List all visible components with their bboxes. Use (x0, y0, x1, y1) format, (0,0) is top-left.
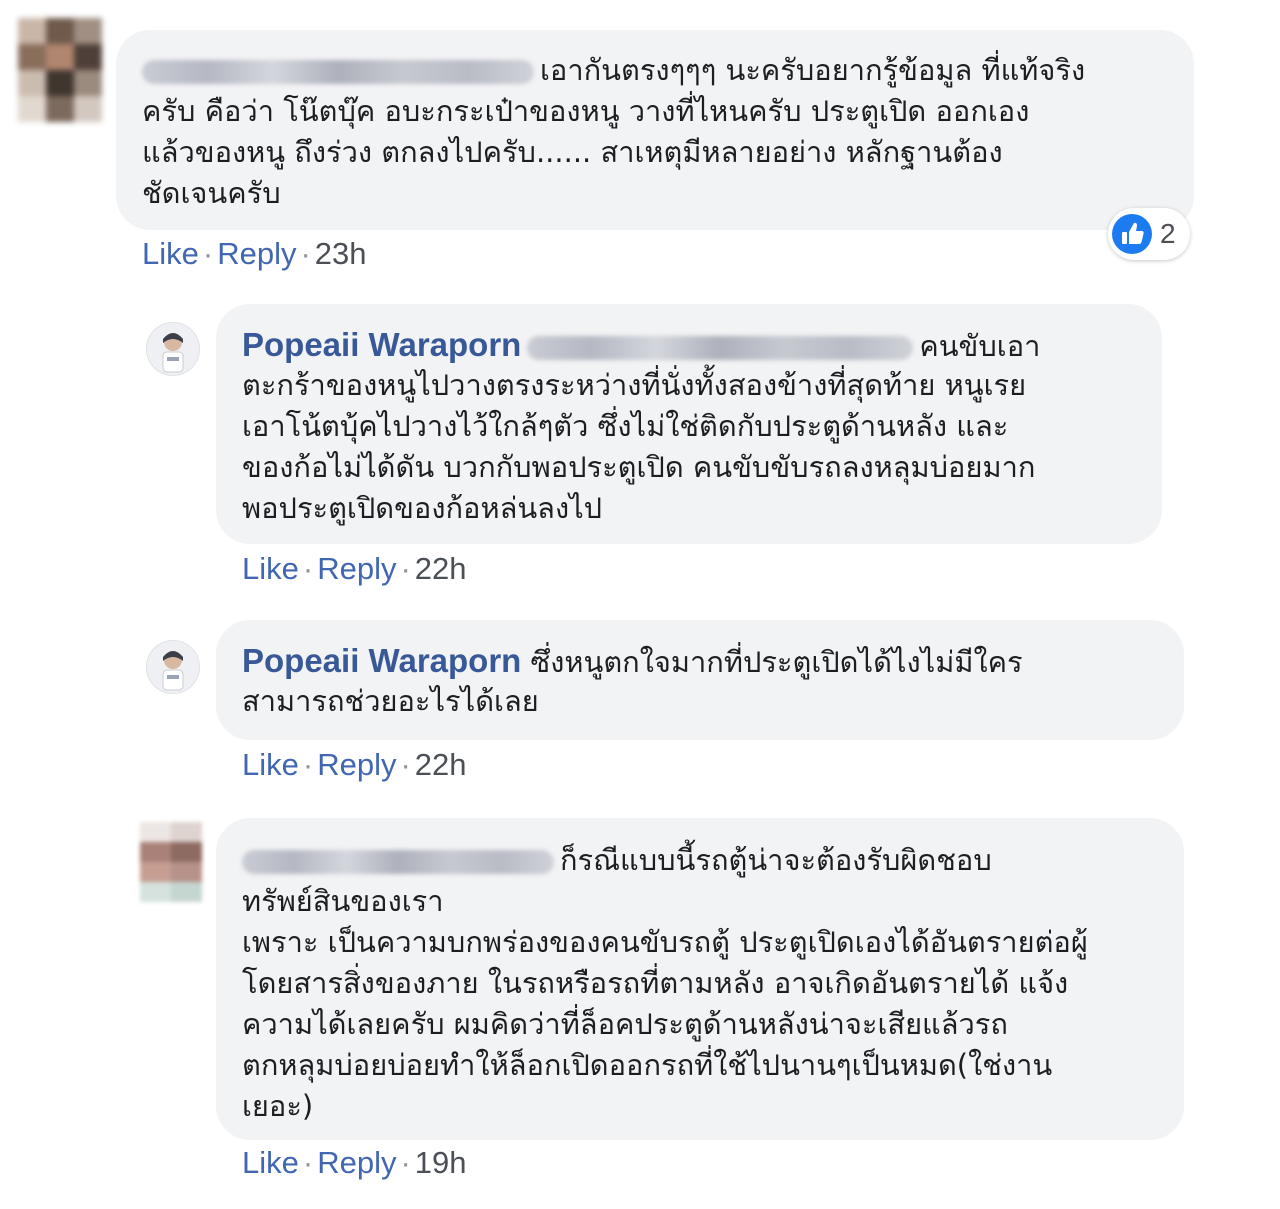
reaction-count: 2 (1160, 218, 1176, 249)
like-thumb-icon (1112, 214, 1152, 254)
comment-actions: Like · Reply · 22h (242, 551, 467, 587)
separator: · (302, 1145, 314, 1180)
comment-line: ความได้เลยครับ ผมคิดว่าที่ล็อคประตูด้านห… (242, 1007, 1008, 1041)
comment-bubble: เอากันตรงๆๆๆ นะครับอยากรู้ข้อมูล ที่แท้จ… (116, 30, 1194, 230)
timestamp[interactable]: 19h (415, 1145, 467, 1180)
like-link[interactable]: Like (142, 236, 199, 271)
like-link[interactable]: Like (242, 747, 299, 782)
blurred-mention (527, 336, 914, 360)
comment-actions: Like · Reply · 23h (142, 236, 367, 272)
separator: · (400, 747, 411, 782)
comment-line: Popeaii Waraporn คนขับเอา (242, 326, 1041, 363)
comment-line: เยอะ) (242, 1089, 314, 1123)
reaction-summary[interactable]: 2 (1108, 208, 1190, 260)
reply-link[interactable]: Reply (317, 551, 396, 586)
timestamp[interactable]: 22h (415, 747, 467, 782)
comment-line: ทรัพย์สินของเรา (242, 884, 444, 918)
blurred-author-name (242, 850, 554, 874)
blurred-author-name (142, 60, 534, 84)
profile-avatar-icon[interactable] (146, 322, 200, 376)
comment-line: แล้วของหนู ถึงร่วง ตกลงไปครับ...... สาเห… (142, 135, 1003, 169)
comment-line: ตกหลุมบ่อยบ่อยทำให้ล็อกเปิดออกรถที่ใช้ไป… (242, 1048, 1053, 1082)
comment-line: เอาโน้ตบุ้คไปวางไว้ใกล้ๆตัว ซึ่งไม่ใช่ติ… (242, 409, 1009, 443)
like-link[interactable]: Like (242, 1145, 299, 1180)
comment-line: ของก้อไม่ได้ดัน บวกกับพอประตูเปิด คนขับข… (242, 450, 1036, 484)
comment-line: ก็รณีแบบนี้รถตู้น่าจะต้องรับผิดชอบ (242, 840, 1088, 881)
commenter-avatar[interactable] (140, 822, 202, 902)
profile-avatar-icon[interactable] (146, 640, 200, 694)
separator: · (302, 747, 314, 782)
reply-link[interactable]: Reply (217, 236, 296, 271)
comment-line: พอประตูเปิดของก้อหล่นลงไป (242, 491, 603, 525)
comment-line: ตะกร้าของหนูไปวางตรงระหว่างที่นั่งทั้งสอ… (242, 368, 1027, 402)
author-name[interactable]: Popeaii Waraporn (242, 642, 521, 679)
separator: · (300, 236, 311, 271)
comment-bubble: ก็รณีแบบนี้รถตู้น่าจะต้องรับผิดชอบ ทรัพย… (216, 818, 1184, 1140)
separator: · (302, 551, 314, 586)
comment-line: เพราะ เป็นความบกพร่องของคนขับรถตู้ ประตู… (242, 925, 1088, 959)
reply-link[interactable]: Reply (317, 747, 396, 782)
comment-line: ชัดเจนครับ (142, 176, 281, 210)
comment-line: สามารถช่วยอะไรได้เลย (242, 684, 539, 718)
author-name[interactable]: Popeaii Waraporn (242, 326, 521, 363)
timestamp[interactable]: 22h (415, 551, 467, 586)
comment-bubble: Popeaii Waraporn ซึ่งหนูตกใจมากที่ประตูเ… (216, 620, 1184, 740)
commenter-avatar[interactable] (18, 18, 102, 122)
comment-bubble: Popeaii Waraporn คนขับเอา ตะกร้าของหนูไปว… (216, 304, 1162, 544)
comment-actions: Like · Reply · 22h (242, 747, 467, 783)
like-link[interactable]: Like (242, 551, 299, 586)
separator: · (202, 236, 214, 271)
comment-actions: Like · Reply · 19h (242, 1145, 467, 1181)
comment-line: เอากันตรงๆๆๆ นะครับอยากรู้ข้อมูล ที่แท้จ… (142, 50, 1085, 91)
separator: · (400, 1145, 411, 1180)
comment-line: ครับ คือว่า โน๊ตบุ๊ค อบะกระเป๋าของหนู วา… (142, 94, 1030, 128)
comment-line: โดยสารสิ่งของภาย ในรถหรือรถที่ตามหลัง อา… (242, 966, 1069, 1000)
reply-link[interactable]: Reply (317, 1145, 396, 1180)
timestamp[interactable]: 23h (315, 236, 367, 271)
separator: · (400, 551, 411, 586)
comment-line: Popeaii Waraporn ซึ่งหนูตกใจมากที่ประตูเ… (242, 642, 1023, 679)
